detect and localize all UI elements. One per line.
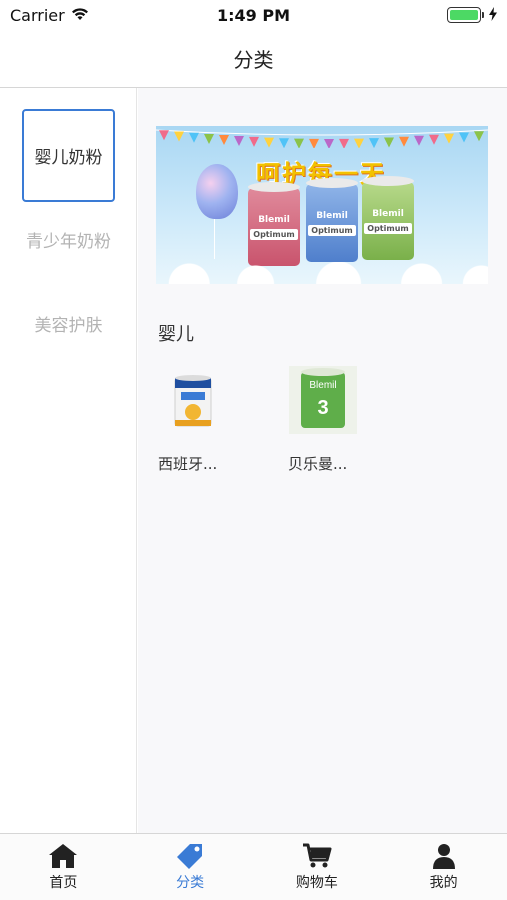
sidebar-item-skincare[interactable]: 美容护肤 (22, 277, 115, 370)
nav-bar: 分类 (0, 30, 507, 88)
can-product-line: Optimum (364, 222, 412, 234)
product-item[interactable]: 西班牙... (158, 365, 238, 474)
product-item[interactable]: Blemil 3 贝乐曼... (288, 365, 368, 474)
banner-clouds (156, 262, 488, 284)
product-name: 西班牙... (158, 455, 218, 473)
bunting-flag (159, 130, 169, 141)
tab-label: 首页 (49, 874, 78, 891)
svg-text:Blemil: Blemil (309, 380, 336, 391)
bunting-flag (384, 137, 394, 148)
tab-home[interactable]: 首页 (0, 834, 127, 900)
formula-can-green: Blemil Optimum (362, 176, 414, 260)
status-right (447, 6, 497, 25)
bunting-flag (444, 133, 454, 144)
product-image (158, 365, 228, 435)
formula-can-pink: Blemil Optimum (248, 182, 300, 266)
bunting-flag (339, 138, 349, 148)
can-product-line: Optimum (250, 228, 298, 240)
can-product-line: Optimum (308, 224, 356, 236)
bunting-flag (279, 138, 289, 148)
bunting-flag (399, 136, 409, 147)
bunting-flag (294, 138, 304, 148)
tag-icon (175, 843, 205, 869)
charging-bolt-icon (489, 6, 497, 25)
category-sidebar: 婴儿奶粉 青少年奶粉 美容护肤 (0, 88, 137, 833)
user-icon (429, 843, 459, 869)
sidebar-item-label: 青少年奶粉 (26, 232, 111, 252)
balloon-string (214, 219, 215, 259)
page-title: 分类 (233, 48, 274, 72)
tab-cart[interactable]: 购物车 (254, 834, 381, 900)
bunting-flag (414, 135, 424, 146)
bunting-flag (234, 136, 244, 147)
can-brand: Blemil (316, 210, 348, 221)
bunting-flag (309, 138, 319, 148)
carrier-label: Carrier (10, 5, 65, 25)
bunting-flag (204, 133, 214, 144)
bunting-flag (474, 131, 484, 142)
bunting-flag (189, 132, 199, 143)
product-name: 贝乐曼... (288, 455, 348, 473)
section-title: 婴儿 (158, 324, 194, 345)
status-bar: Carrier 1:49 PM (0, 0, 507, 30)
tab-label: 购物车 (295, 874, 338, 891)
bunting-flag (264, 137, 274, 148)
status-left: Carrier (10, 6, 89, 25)
bunting-flag (174, 131, 184, 142)
can-brand: Blemil (258, 214, 290, 225)
bunting-flag (429, 134, 439, 145)
battery-icon (447, 7, 484, 23)
wifi-icon (71, 6, 89, 25)
home-icon (48, 843, 78, 869)
sidebar-item-label: 婴儿奶粉 (34, 148, 103, 168)
bunting-flag (219, 135, 229, 146)
category-content: 呵护每一天 Blemil Optimum Blemil Optimum Blem… (138, 88, 507, 833)
bunting-flag (459, 132, 469, 143)
promo-banner[interactable]: 呵护每一天 Blemil Optimum Blemil Optimum Blem… (156, 126, 488, 284)
tab-profile[interactable]: 我的 (380, 834, 507, 900)
cart-icon (302, 843, 332, 869)
tab-label: 分类 (176, 874, 205, 891)
tab-category[interactable]: 分类 (127, 834, 254, 900)
bunting-flag (369, 138, 379, 148)
svg-text:3: 3 (317, 397, 328, 419)
tab-bar: 首页 分类 购物车 我的 (0, 833, 507, 900)
sidebar-item-label: 美容护肤 (34, 316, 103, 336)
product-image: Blemil 3 (288, 365, 358, 435)
balloon-icon (196, 164, 238, 219)
sidebar-item-teen-formula[interactable]: 青少年奶粉 (22, 193, 115, 286)
tab-label: 我的 (429, 874, 458, 891)
bunting-flag (324, 138, 334, 148)
bunting-flag (249, 136, 259, 147)
bunting-flags (156, 129, 488, 148)
formula-can-blue: Blemil Optimum (306, 178, 358, 262)
battery-level (450, 10, 478, 20)
bunting-flag (354, 138, 364, 148)
can-brand: Blemil (372, 208, 404, 219)
sidebar-item-infant-formula[interactable]: 婴儿奶粉 (22, 109, 115, 202)
